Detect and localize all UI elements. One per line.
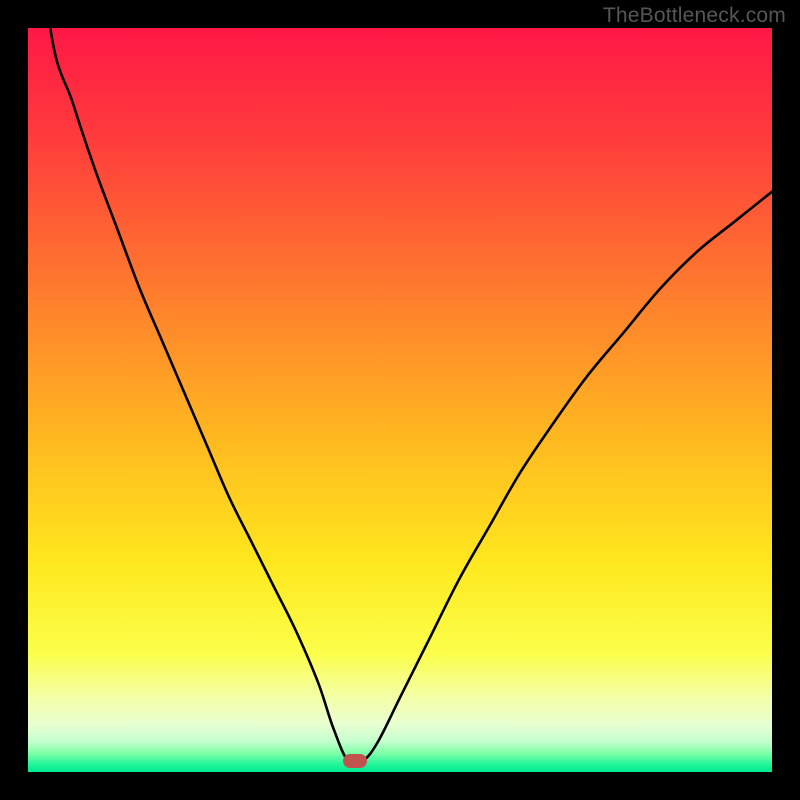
bottleneck-curve: [28, 28, 772, 772]
chart-frame: TheBottleneck.com: [0, 0, 800, 800]
optimal-marker: [343, 754, 367, 768]
plot-area: [28, 28, 772, 772]
watermark-text: TheBottleneck.com: [603, 4, 786, 28]
